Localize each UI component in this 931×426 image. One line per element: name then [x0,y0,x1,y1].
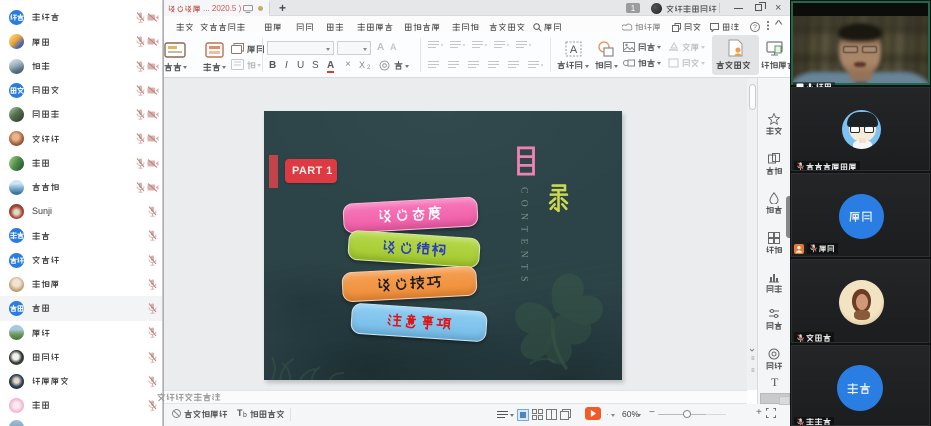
svg-text:?: ? [753,24,757,31]
svg-text:A: A [570,44,578,56]
